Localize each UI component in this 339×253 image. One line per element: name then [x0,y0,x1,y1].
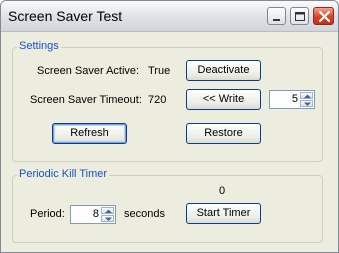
settings-group: Settings Screen Saver Active: True Deact… [12,40,323,162]
restore-button[interactable]: Restore [186,123,261,144]
timeout-spin-down-button[interactable] [300,100,313,107]
screen-saver-timeout-value: 720 [148,94,167,106]
seconds-label: seconds [124,208,165,220]
write-button[interactable]: << Write [186,89,261,110]
periodic-kill-timer-group: Periodic Kill Timer 0 Period: 8 seconds … [12,168,323,243]
period-spinner-value[interactable]: 8 [93,208,99,220]
deactivate-button[interactable]: Deactivate [186,60,261,81]
period-spin-down-button[interactable] [101,215,114,222]
timeout-spinner-value[interactable]: 5 [292,93,298,105]
timeout-spin-up-button[interactable] [300,92,313,99]
period-label: Period: [30,208,65,220]
title-bar[interactable]: Screen Saver Test [1,1,338,32]
screen-saver-test-window: Screen Saver Test Settings Screen Saver … [0,0,339,253]
down-arrow-icon [304,102,311,106]
screen-saver-active-label: Screen Saver Active: [37,65,140,77]
screen-saver-timeout-label: Screen Saver Timeout: [30,94,142,106]
periodic-kill-timer-legend: Periodic Kill Timer [17,168,110,180]
settings-legend: Settings [17,40,61,52]
refresh-button[interactable]: Refresh [52,123,127,144]
window-client-area: Settings Screen Saver Active: True Deact… [4,32,335,249]
up-arrow-icon [304,94,311,98]
kill-timer-counter: 0 [219,185,226,197]
down-arrow-icon [105,217,112,221]
maximize-icon [295,12,305,21]
close-button[interactable] [313,7,334,25]
up-arrow-icon [105,209,112,213]
timeout-spinner[interactable]: 5 [269,90,315,109]
period-spin-up-button[interactable] [101,207,114,214]
screen-saver-active-value: True [148,65,171,77]
start-timer-button[interactable]: Start Timer [186,203,261,224]
close-icon [318,10,331,23]
period-spinner-arrows [101,207,114,222]
maximize-button[interactable] [290,7,309,25]
window-title: Screen Saver Test [8,8,123,24]
timeout-spinner-arrows [300,92,313,107]
minimize-button[interactable] [267,7,286,25]
period-spinner[interactable]: 8 [70,205,116,224]
minimize-icon [273,19,280,21]
